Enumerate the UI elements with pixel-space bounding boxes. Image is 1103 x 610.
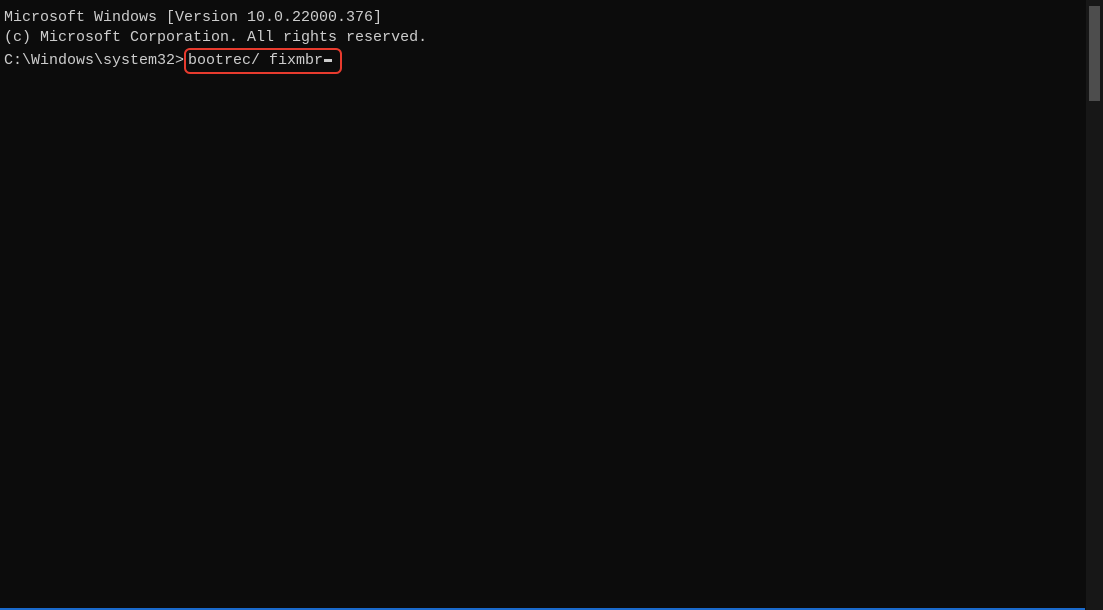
typed-command[interactable]: bootrec/ fixmbr bbox=[188, 51, 323, 71]
text-cursor bbox=[324, 59, 332, 62]
command-highlight-box: bootrec/ fixmbr bbox=[184, 48, 342, 74]
copyright-line: (c) Microsoft Corporation. All rights re… bbox=[4, 28, 1081, 48]
scrollbar-thumb[interactable] bbox=[1089, 6, 1100, 101]
scrollbar-track[interactable] bbox=[1086, 0, 1103, 610]
version-line: Microsoft Windows [Version 10.0.22000.37… bbox=[4, 8, 1081, 28]
terminal-window[interactable]: Microsoft Windows [Version 10.0.22000.37… bbox=[0, 0, 1085, 610]
prompt-line[interactable]: C:\Windows\system32>bootrec/ fixmbr bbox=[4, 48, 1081, 74]
prompt-path: C:\Windows\system32> bbox=[4, 51, 184, 71]
